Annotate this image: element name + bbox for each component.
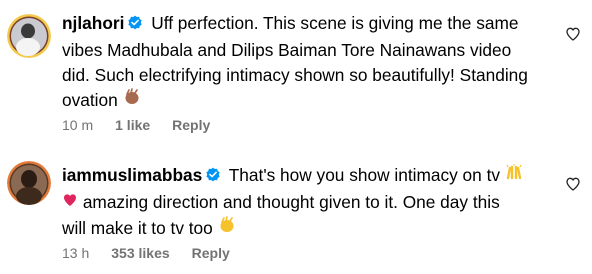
comment-line: ovation: [62, 90, 118, 110]
username[interactable]: iammuslimabbas: [62, 165, 202, 185]
comment-line: vibes Madhubala and Dilips Baiman Tore N…: [62, 40, 512, 60]
raising-hands-icon: [505, 163, 523, 189]
comment-text: iammuslimabbas That's how you show intim…: [62, 163, 540, 242]
comment-meta: 13 h 353 likes Reply: [62, 245, 252, 261]
comment-line: amazing direction and thought given to i…: [82, 192, 500, 212]
likes-count[interactable]: 353 likes: [111, 245, 169, 261]
comment-line: will make it to tv too: [62, 218, 213, 238]
comment-line: did. Such electrifying intimacy shown so…: [62, 65, 528, 85]
timestamp: 10 m: [62, 117, 94, 133]
comment-line: Uff perfection. This scene is giving me …: [151, 13, 519, 33]
clapping-hands-icon: [218, 216, 236, 242]
red-heart-icon: [62, 191, 78, 216]
reply-button[interactable]: Reply: [192, 245, 230, 261]
reply-button[interactable]: Reply: [172, 117, 210, 133]
like-heart-icon[interactable]: [565, 26, 581, 42]
avatar[interactable]: [7, 161, 51, 205]
clapping-hands-icon: [123, 88, 141, 114]
comment-meta: 10 m 1 like Reply: [62, 117, 232, 133]
verified-badge-icon: [127, 13, 143, 38]
likes-count[interactable]: 1 like: [115, 117, 150, 133]
verified-badge-icon: [205, 165, 221, 190]
comment-text: njlahori Uff perfection. This scene is g…: [62, 11, 540, 114]
timestamp: 13 h: [62, 245, 90, 261]
comment-line: That's how you show intimacy on tv: [228, 165, 501, 185]
username[interactable]: njlahori: [62, 13, 124, 33]
avatar[interactable]: [7, 14, 51, 58]
like-heart-icon[interactable]: [565, 176, 581, 192]
